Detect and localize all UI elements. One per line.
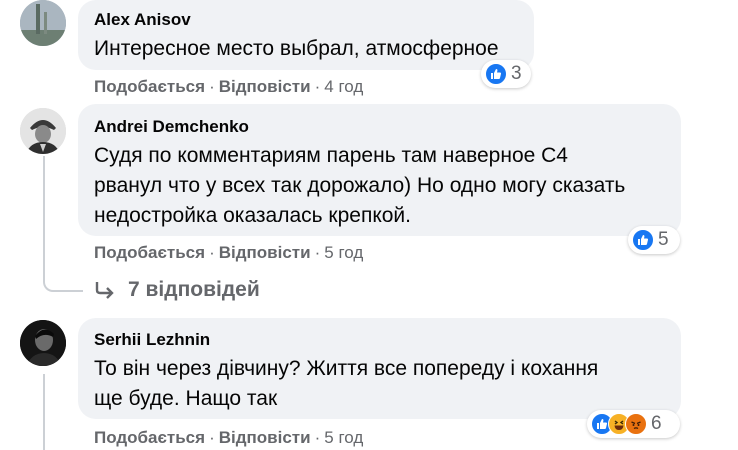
comment-text-line: рванул что у всех так дорожало) Но одно … <box>94 174 626 197</box>
separator: · <box>314 428 321 447</box>
comment-timestamp[interactable]: 5 год <box>324 428 363 447</box>
reaction-count: 3 <box>511 63 522 84</box>
comment-text-line: ще буде. Нащо так <box>94 387 278 410</box>
comment-author[interactable]: Serhii Lezhnin <box>94 330 665 350</box>
separator: · <box>209 77 215 96</box>
reactions-summary[interactable]: 6 <box>587 410 680 438</box>
comment-timestamp[interactable]: 4 год <box>324 77 363 96</box>
thread-curve <box>43 270 83 292</box>
reply-button[interactable]: Відповісти <box>219 77 311 96</box>
angry-icon <box>625 413 647 435</box>
comment-timestamp[interactable]: 5 год <box>324 243 363 262</box>
comment-bubble: Alex Anisov Интересное место выбрал, атм… <box>78 0 534 70</box>
thread-line <box>43 374 45 450</box>
reply-button[interactable]: Відповісти <box>219 428 311 447</box>
avatar[interactable] <box>20 0 66 46</box>
comment-text: Интересное место выбрал, атмосферное <box>94 37 499 60</box>
comment-bubble: Andrei Demchenko Судя по комментариям па… <box>78 104 681 236</box>
view-replies-button[interactable]: 7 відповідей <box>94 278 260 302</box>
reply-button[interactable]: Відповісти <box>219 243 311 262</box>
comment-text-line: недостройка оказалась крепкой. <box>94 204 411 227</box>
avatar[interactable] <box>20 108 66 154</box>
comment-actions: Подобається · Відповісти · 4 год <box>94 77 363 97</box>
comment-bubble: Serhii Lezhnin То він через дівчину? Жит… <box>78 318 681 419</box>
like-icon <box>485 63 507 85</box>
comment-actions: Подобається · Відповісти · 5 год <box>94 428 363 448</box>
separator: · <box>209 243 215 262</box>
avatar[interactable] <box>20 320 66 366</box>
comment-text-line: Судя по комментариям парень там наверное… <box>94 144 568 167</box>
like-button[interactable]: Подобається <box>94 243 205 262</box>
replies-count-label[interactable]: 7 відповідей <box>128 278 260 302</box>
reactions-summary[interactable]: 3 <box>481 60 531 88</box>
reactions-summary[interactable]: 5 <box>628 226 680 254</box>
reaction-count: 6 <box>651 413 662 434</box>
thread-line <box>43 156 45 280</box>
separator: · <box>209 428 215 447</box>
separator: · <box>314 243 321 262</box>
like-button[interactable]: Подобається <box>94 77 205 96</box>
reply-arrow-icon <box>95 282 114 299</box>
comment-actions: Подобається · Відповісти · 5 год <box>94 243 363 263</box>
comment-text-line: То він через дівчину? Життя все попереду… <box>94 357 599 380</box>
reaction-count: 5 <box>658 229 669 250</box>
like-icon <box>632 229 654 251</box>
comment-author[interactable]: Andrei Demchenko <box>94 117 665 137</box>
like-button[interactable]: Подобається <box>94 428 205 447</box>
comment-author[interactable]: Alex Anisov <box>94 10 518 30</box>
separator: · <box>314 77 321 96</box>
